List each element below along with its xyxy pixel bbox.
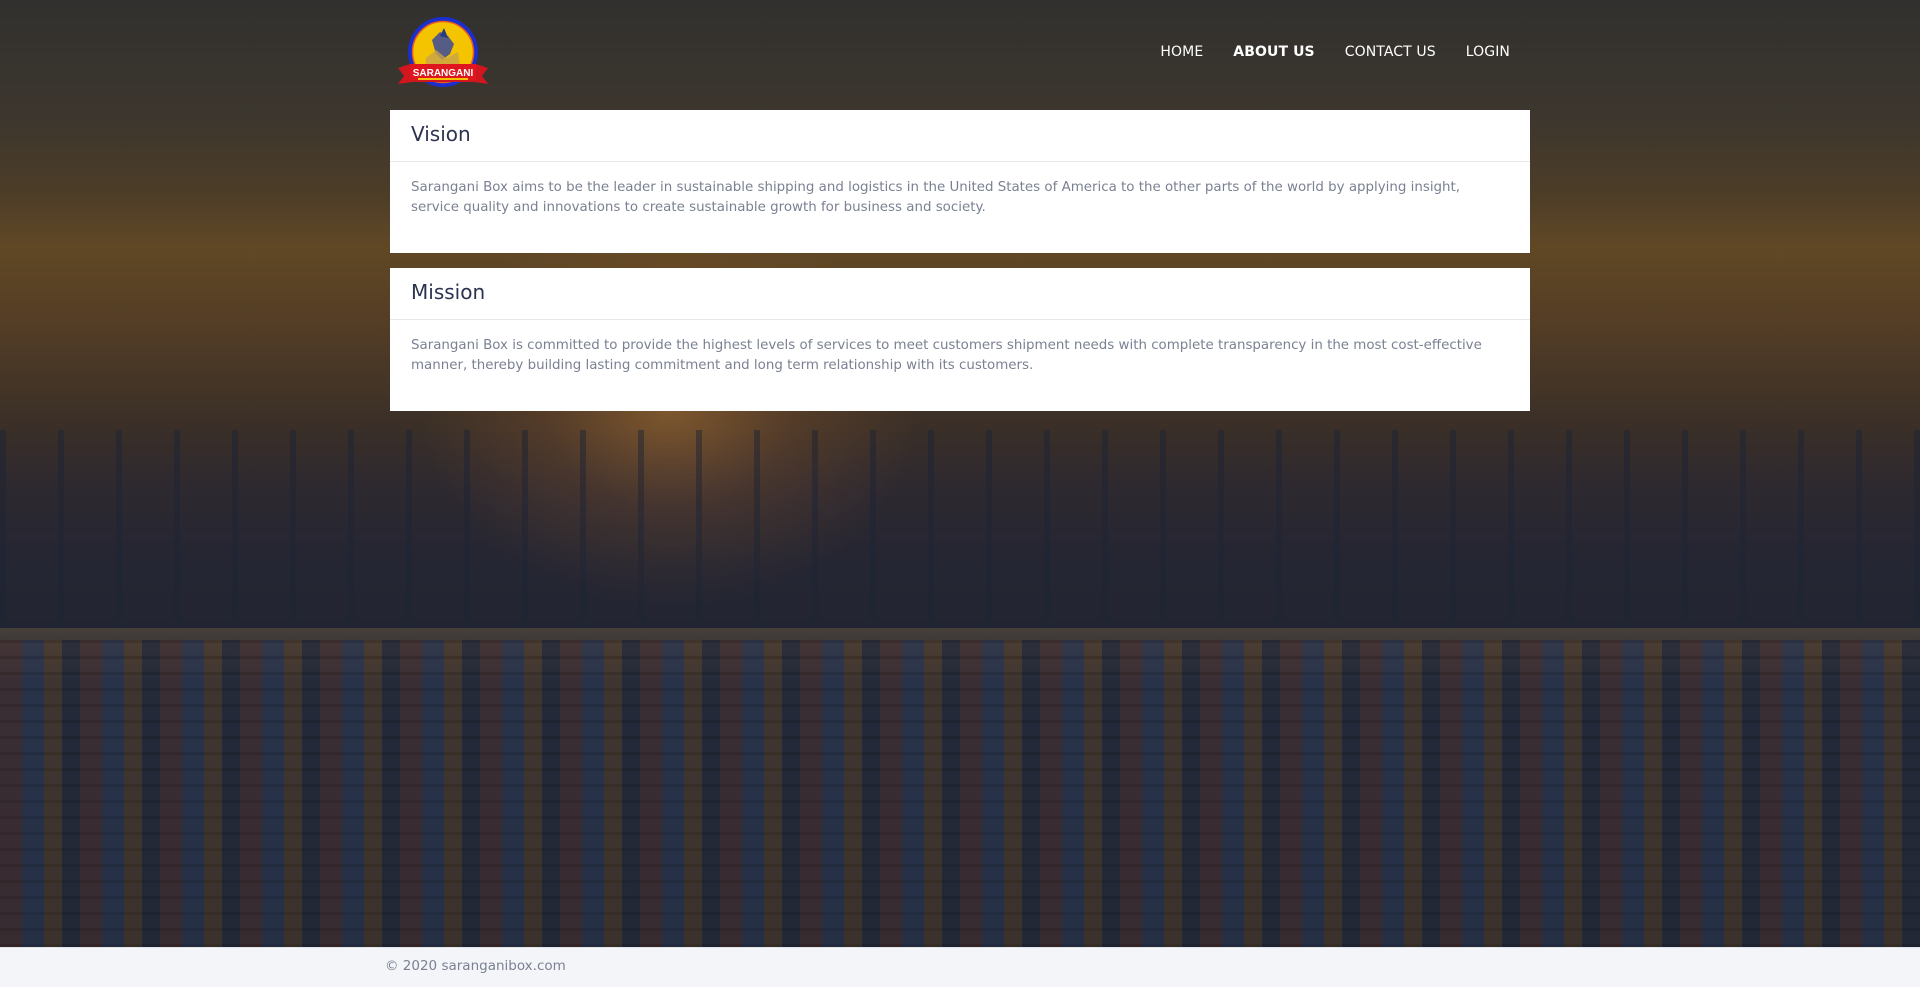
mission-panel-header: Mission — [390, 268, 1530, 320]
mission-title: Mission — [411, 280, 486, 304]
vision-title: Vision — [411, 122, 471, 146]
mission-panel: Mission Sarangani Box is committed to pr… — [390, 268, 1530, 411]
copyright-text: © 2020 saranganibox.com — [385, 958, 566, 974]
nav-about-us[interactable]: ABOUT US — [1233, 44, 1314, 60]
vision-text: Sarangani Box aims to be the leader in s… — [411, 180, 1461, 215]
vision-panel-header: Vision — [390, 110, 1530, 162]
nav-login[interactable]: LOGIN — [1466, 44, 1510, 60]
site-footer: © 2020 saranganibox.com — [0, 947, 1920, 987]
nav-contact-us[interactable]: CONTACT US — [1345, 44, 1436, 60]
logo-text: SARANGANI — [413, 68, 474, 79]
main-nav: HOME ABOUT US CONTACT US LOGIN — [1160, 44, 1510, 60]
mission-text: Sarangani Box is committed to provide th… — [411, 338, 1482, 373]
sarangani-seal-icon: SARANGANI — [398, 17, 488, 87]
vision-panel: Vision Sarangani Box aims to be the lead… — [390, 110, 1530, 253]
logo-link[interactable]: SARANGANI — [396, 14, 490, 96]
nav-home[interactable]: HOME — [1160, 44, 1203, 60]
site-header: SARANGANI HOME ABOUT US CONTACT US LOGIN — [390, 0, 1530, 110]
